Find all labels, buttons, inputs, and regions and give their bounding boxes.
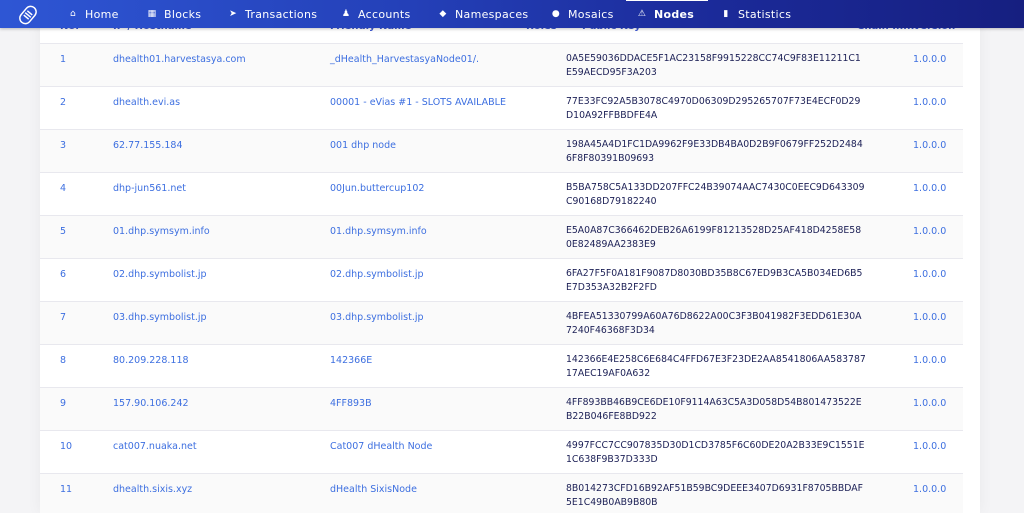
- row-version-link[interactable]: 1.0.0.0: [913, 441, 946, 452]
- transactions-icon: ➤: [229, 9, 237, 19]
- row-friendly-name-link[interactable]: 4FF893B: [330, 398, 372, 409]
- row-friendly-name-link[interactable]: 02.dhp.symbolist.jp: [330, 269, 424, 280]
- row-hostname-link[interactable]: 62.77.155.184: [113, 140, 183, 151]
- row-number: 5: [60, 226, 67, 237]
- row-public-key: 77E33FC92A5B3078C4970D06309D295265707F73…: [566, 96, 861, 121]
- row-number: 4: [60, 183, 67, 194]
- row-public-key: 198A45A4D1FC1DA9962F9E33DB4BA0D2B9F0679F…: [566, 139, 863, 164]
- row-public-key: 142366E4E258C6E684C4FFD67E3F23DE2AA85418…: [566, 354, 866, 379]
- row-hostname-link[interactable]: 80.209.228.118: [113, 355, 189, 366]
- nodes-icon: ⚠: [637, 9, 647, 19]
- nav-item-mosaics[interactable]: ● Mosaics: [551, 0, 614, 28]
- row-friendly-name-link[interactable]: 142366E: [330, 355, 372, 366]
- row-version-link[interactable]: 1.0.0.0: [913, 183, 946, 194]
- table-row: 7 03.dhp.symbolist.jp 03.dhp.symbolist.jp 4…: [40, 302, 963, 345]
- nav-item-blocks[interactable]: ▦ Blocks: [147, 0, 201, 28]
- table-row: 10 cat007.nuaka.net Cat007 dHealth Node 499…: [40, 431, 963, 474]
- table-row: 1 dhealth01.harvestasya.com _dHealth_Harve…: [40, 44, 963, 87]
- nav-item-label: Nodes: [654, 7, 695, 21]
- nav-item-label: Mosaics: [568, 7, 614, 21]
- nav-item-home[interactable]: ⌂ Home: [68, 0, 119, 28]
- nav-item-statistics[interactable]: ▮ Statistics: [721, 0, 791, 28]
- row-public-key: 0A5E59036DDACE5F1AC23158F9915228CC74C9F8…: [566, 53, 861, 78]
- row-public-key: 4997FCC7CC907835D30D1CD3785F6C60DE20A2B3…: [566, 440, 865, 465]
- table-row: 9 157.90.106.242 4FF893B 4FF893BB46B9CE6DE1…: [40, 388, 963, 431]
- nav-item-label: Home: [85, 7, 119, 21]
- dhealth-logo-icon[interactable]: [17, 4, 39, 26]
- row-version-link[interactable]: 1.0.0.0: [913, 226, 946, 237]
- row-number: 9: [60, 398, 67, 409]
- row-hostname-link[interactable]: 02.dhp.symbolist.jp: [113, 269, 207, 280]
- table-row: 6 02.dhp.symbolist.jp 02.dhp.symbolist.jp 6…: [40, 259, 963, 302]
- row-friendly-name-link[interactable]: _dHealth_HarvestasyaNode01/.: [330, 54, 479, 65]
- row-public-key: 4BFEA51330799A60A76D8622A00C3F3B041982F3…: [566, 311, 862, 336]
- row-number: 2: [60, 97, 67, 108]
- table-row: 4 dhp-jun561.net 00Jun.buttercup102 B5BA758…: [40, 173, 963, 216]
- table-row: 3 62.77.155.184 001 dhp node 198A45A4D1FC1D…: [40, 130, 963, 173]
- namespaces-icon: ◆: [439, 9, 447, 19]
- row-public-key: B5BA758C5A133DD207FFC24B39074AAC7430C0EE…: [566, 182, 865, 207]
- row-hostname-link[interactable]: dhealth.sixis.xyz: [113, 484, 192, 495]
- nav-item-transactions[interactable]: ➤ Transactions: [228, 0, 317, 28]
- top-navbar: ⌂ Home ▦ Blocks ➤ Transactions ♟ Accounts ◆ Names…: [0, 0, 1024, 28]
- row-version-link[interactable]: 1.0.0.0: [913, 140, 946, 151]
- statistics-icon: ▮: [723, 9, 729, 19]
- home-icon: ⌂: [69, 9, 76, 19]
- row-friendly-name-link[interactable]: 001 dhp node: [330, 140, 396, 151]
- row-hostname-link[interactable]: cat007.nuaka.net: [113, 441, 197, 452]
- row-version-link[interactable]: 1.0.0.0: [913, 355, 946, 366]
- table-row: 11 dhealth.sixis.xyz dHealth SixisNode 8B01…: [40, 474, 963, 513]
- row-version-link[interactable]: 1.0.0.0: [913, 54, 946, 65]
- row-number: 10: [60, 441, 73, 452]
- row-hostname-link[interactable]: dhealth.evi.as: [113, 97, 180, 108]
- row-version-link[interactable]: 1.0.0.0: [913, 97, 946, 108]
- nav-item-label: Namespaces: [455, 7, 529, 21]
- row-number: 7: [60, 312, 67, 323]
- nav-item-nodes[interactable]: ⚠ Nodes: [625, 0, 709, 28]
- accounts-icon: ♟: [341, 9, 351, 19]
- row-friendly-name-link[interactable]: 00001 - eVias #1 - SLOTS AVAILABLE: [330, 97, 506, 108]
- row-number: 3: [60, 140, 67, 151]
- nav-item-namespaces[interactable]: ◆ Namespaces: [438, 0, 528, 28]
- row-version-link[interactable]: 1.0.0.0: [913, 398, 946, 409]
- row-version-link[interactable]: 1.0.0.0: [913, 312, 946, 323]
- row-hostname-link[interactable]: 01.dhp.symsym.info: [113, 226, 210, 237]
- row-number: 8: [60, 355, 67, 366]
- row-hostname-link[interactable]: dhealth01.harvestasya.com: [113, 54, 246, 65]
- table-row: 5 01.dhp.symsym.info 01.dhp.symsym.info E5A…: [40, 216, 963, 259]
- row-number: 1: [60, 54, 67, 65]
- row-version-link[interactable]: 1.0.0.0: [913, 269, 946, 280]
- row-friendly-name-link[interactable]: Cat007 dHealth Node: [330, 441, 432, 452]
- nodes-table-card: No. IP / Hostname Friendly Name Roles Pu…: [40, 0, 980, 513]
- nav-item-label: Blocks: [164, 7, 202, 21]
- row-number: 11: [60, 484, 73, 495]
- nav-item-label: Accounts: [358, 7, 411, 21]
- row-version-link[interactable]: 1.0.0.0: [913, 484, 946, 495]
- row-public-key: 6FA27F5F0A181F9087D8030BD35B8C67ED9B3CA5…: [566, 268, 863, 293]
- row-friendly-name-link[interactable]: dHealth SixisNode: [330, 484, 417, 495]
- row-public-key: E5A0A87C366462DEB26A6199F81213528D25AF41…: [566, 225, 862, 250]
- table-row: 8 80.209.228.118 142366E 142366E4E258C6E684…: [40, 345, 963, 388]
- row-hostname-link[interactable]: dhp-jun561.net: [113, 183, 186, 194]
- row-hostname-link[interactable]: 157.90.106.242: [113, 398, 189, 409]
- row-friendly-name-link[interactable]: 00Jun.buttercup102: [330, 183, 424, 194]
- blocks-icon: ▦: [147, 9, 157, 19]
- nav-item-label: Statistics: [738, 7, 792, 21]
- row-public-key: 4FF893BB46B9CE6DE10F9114A63C5A3D058D54B8…: [566, 397, 862, 422]
- row-public-key: 8B014273CFD16B92AF51B59BC9DEEE3407D6931F…: [566, 483, 863, 508]
- nav-item-label: Transactions: [245, 7, 318, 21]
- row-friendly-name-link[interactable]: 01.dhp.symsym.info: [330, 226, 427, 237]
- row-hostname-link[interactable]: 03.dhp.symbolist.jp: [113, 312, 207, 323]
- row-number: 6: [60, 269, 67, 280]
- row-friendly-name-link[interactable]: 03.dhp.symbolist.jp: [330, 312, 424, 323]
- mosaics-icon: ●: [551, 9, 561, 19]
- table-row: 2 dhealth.evi.as 00001 - eVias #1 - SLOTS …: [40, 87, 963, 130]
- nav-item-accounts[interactable]: ♟ Accounts: [341, 0, 411, 28]
